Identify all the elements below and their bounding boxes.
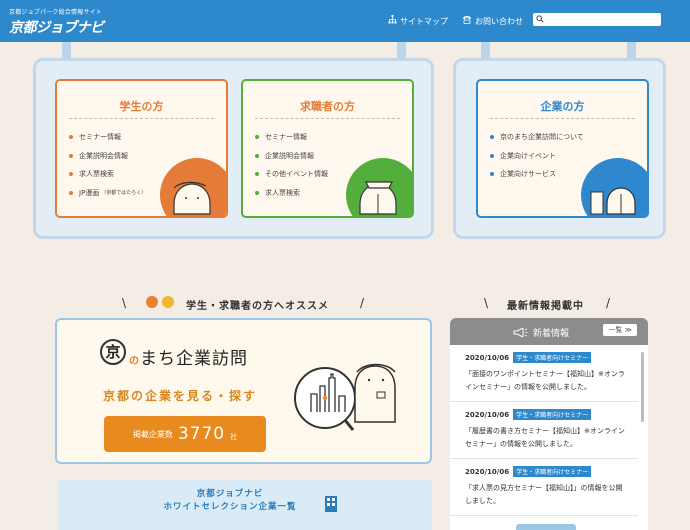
news-date: 2020/10/06	[465, 410, 510, 419]
white-selection-text: 京都ジョブナビ ホワイトセレクション企業一覧	[163, 489, 297, 512]
jobseeker-menu-item[interactable]: 求人票検索	[255, 188, 328, 198]
site-logo[interactable]: 京都ジョブパーク総合情報サイト 京都ジョブナビ	[9, 7, 104, 37]
student-card[interactable]: 学生の方 セミナー情報 企業説明会情報 求人票検索 JP漫画 （京都ではたらく）	[55, 79, 228, 218]
user-board: 学生の方 セミナー情報 企業説明会情報 求人票検索 JP漫画 （京都ではたらく） …	[33, 58, 434, 239]
search-box[interactable]	[533, 13, 661, 26]
count-unit: 社	[230, 432, 238, 441]
divider	[69, 118, 214, 119]
sitemap-link[interactable]: サイトマップ	[388, 15, 448, 27]
news-date: 2020/10/06	[465, 353, 510, 362]
contact-label: お問い合わせ	[475, 16, 523, 26]
divider	[255, 118, 400, 119]
news-more-button[interactable]: 一覧 ≫	[603, 324, 637, 336]
news-list-button[interactable]	[516, 524, 576, 530]
jobseeker-illustration	[346, 158, 412, 216]
logo-title: 京都ジョブナビ	[9, 20, 104, 36]
student-illustration	[160, 158, 226, 216]
search-input[interactable]	[546, 16, 656, 23]
company-count-button[interactable]: 掲載企業数 3770 社	[104, 416, 266, 452]
heading-slash: \	[122, 296, 127, 310]
jobseeker-card-title: 求職者の方	[300, 100, 355, 113]
news-text[interactable]: 「面接のワンポイントセミナー【福知山】※オンラインセミナー」の情報を公開しました…	[465, 368, 626, 394]
jobseeker-menu-item[interactable]: セミナー情報	[255, 132, 328, 142]
news-item[interactable]: 2020/10/06 学生・求職者向けセミナー 「履歴書の書き方セミナー【福知山】…	[450, 402, 638, 459]
company-illustration	[581, 158, 647, 216]
count-value: 3770	[177, 424, 226, 444]
white-selection-banner[interactable]: 京都ジョブナビ ホワイトセレクション企業一覧	[58, 480, 432, 530]
company-menu-item[interactable]: 企業向けサービス	[490, 169, 584, 179]
student-menu: セミナー情報 企業説明会情報 求人票検索 JP漫画 （京都ではたらく）	[69, 132, 146, 206]
news-item[interactable]: 2020/10/06 学生・求職者向けセミナー 「求人票の見方セミナー【福知山】」…	[450, 459, 638, 516]
company-card-title: 企業の方	[540, 100, 585, 113]
news-tag: 学生・求職者向けセミナー	[513, 409, 592, 420]
sitemap-icon	[388, 15, 397, 27]
company-menu: 京のまち企業訪問について 企業向けイベント 企業向けサービス	[490, 132, 584, 188]
face-icon	[162, 296, 174, 308]
jobseeker-menu-item[interactable]: 企業説明会情報	[255, 151, 328, 161]
news-date: 2020/10/06	[465, 467, 510, 476]
news-panel-header: 新着情報 一覧 ≫	[450, 318, 648, 345]
heading-slash: \	[484, 296, 489, 310]
news-text[interactable]: 「求人票の見方セミナー【福知山】」の情報を公開しました。	[465, 482, 626, 508]
banner-title: のまち企業訪問	[129, 349, 248, 369]
jobseeker-menu: セミナー情報 企業説明会情報 その他イベント情報 求人票検索	[255, 132, 328, 206]
search-icon	[536, 14, 544, 25]
sitemap-label: サイトマップ	[400, 16, 448, 26]
face-icon	[146, 296, 158, 308]
machi-kigyo-banner[interactable]: 京 のまち企業訪問 京都の企業を見る・探す 掲載企業数 3770 社	[55, 318, 432, 464]
news-heading: 最新情報掲載中	[507, 301, 584, 312]
news-tag: 学生・求職者向けセミナー	[513, 466, 592, 477]
site-header: 京都ジョブパーク総合情報サイト 京都ジョブナビ サイトマップ お問い合わせ	[0, 0, 690, 42]
recommend-heading: 学生・求職者の方へオススメ	[186, 301, 329, 312]
jobseeker-menu-item[interactable]: その他イベント情報	[255, 169, 328, 179]
news-tag: 学生・求職者向けセミナー	[513, 352, 592, 363]
magnifier-illustration	[294, 363, 396, 431]
heading-slash: /	[360, 296, 365, 310]
student-menu-item[interactable]: 企業説明会情報	[69, 151, 146, 161]
student-menu-item[interactable]: JP漫画 （京都ではたらく）	[69, 188, 146, 198]
logo-subtitle: 京都ジョブパーク総合情報サイト	[9, 9, 103, 16]
student-card-title: 学生の方	[119, 100, 164, 113]
banner-subtitle: 京都の企業を見る・探す	[103, 389, 258, 403]
news-text[interactable]: 「履歴書の書き方セミナー【福知山】※オンラインセミナー」の情報を公開しました。	[465, 425, 626, 451]
company-menu-item[interactable]: 企業向けイベント	[490, 151, 584, 161]
phone-icon	[462, 15, 472, 27]
student-menu-item[interactable]: 求人票検索	[69, 169, 146, 179]
jobseeker-card[interactable]: 求職者の方 セミナー情報 企業説明会情報 その他イベント情報 求人票検索	[241, 79, 414, 218]
divider	[490, 118, 635, 119]
company-menu-item[interactable]: 京のまち企業訪問について	[490, 132, 584, 142]
news-panel: 新着情報 一覧 ≫ 2020/10/06 学生・求職者向けセミナー 「面接のワンポ…	[450, 318, 648, 530]
company-card[interactable]: 企業の方 京のまち企業訪問について 企業向けイベント 企業向けサービス	[476, 79, 649, 218]
student-menu-item[interactable]: セミナー情報	[69, 132, 146, 142]
news-panel-title: 新着情報	[512, 326, 569, 339]
news-item[interactable]: 2020/10/06 学生・求職者向けセミナー 「面接のワンポイントセミナー【福知…	[450, 345, 638, 402]
news-scrollbar[interactable]	[641, 352, 644, 422]
heading-slash: /	[606, 296, 611, 310]
count-label: 掲載企業数	[132, 429, 173, 439]
megaphone-icon	[513, 328, 528, 337]
contact-link[interactable]: お問い合わせ	[462, 15, 523, 27]
company-board: 企業の方 京のまち企業訪問について 企業向けイベント 企業向けサービス	[453, 58, 666, 239]
building-icon	[325, 496, 337, 512]
kyo-mark: 京	[100, 339, 126, 365]
